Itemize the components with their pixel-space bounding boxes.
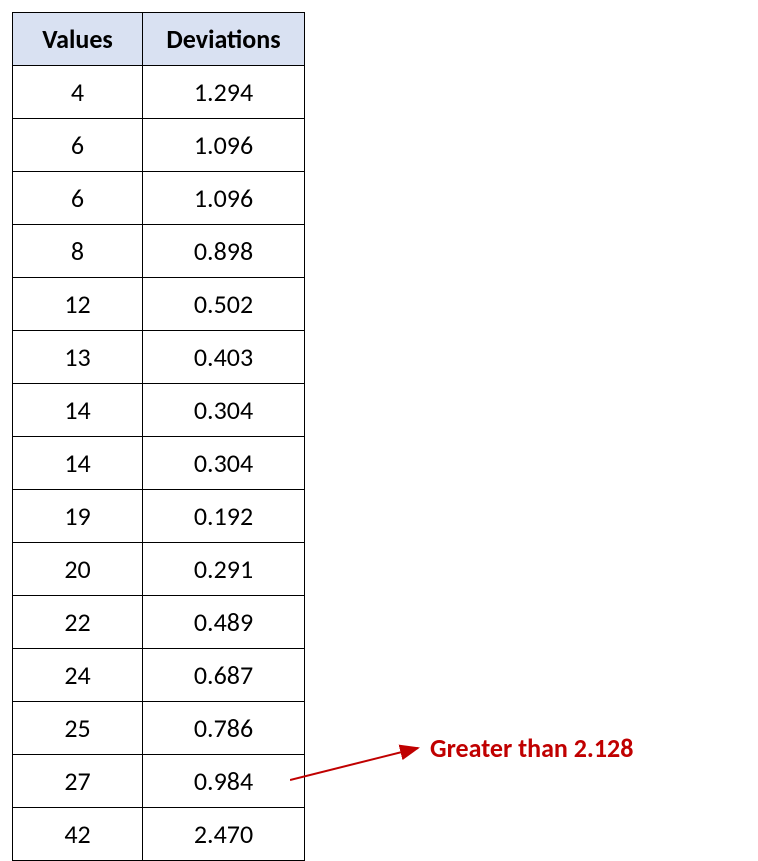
cell-deviation: 1.096 xyxy=(143,172,305,225)
cell-deviation: 0.984 xyxy=(143,755,305,808)
header-row: Values Deviations xyxy=(13,13,305,66)
arrow-icon xyxy=(290,730,440,790)
cell-value: 19 xyxy=(13,490,143,543)
cell-value: 27 xyxy=(13,755,143,808)
table-row: 25 0.786 xyxy=(13,702,305,755)
cell-value: 24 xyxy=(13,649,143,702)
cell-deviation: 0.489 xyxy=(143,596,305,649)
cell-value: 42 xyxy=(13,808,143,861)
cell-value: 6 xyxy=(13,172,143,225)
cell-value: 14 xyxy=(13,384,143,437)
cell-value: 8 xyxy=(13,225,143,278)
table-row: 19 0.192 xyxy=(13,490,305,543)
header-deviations: Deviations xyxy=(143,13,305,66)
cell-deviation: 0.898 xyxy=(143,225,305,278)
cell-deviation: 0.304 xyxy=(143,437,305,490)
cell-deviation: 0.192 xyxy=(143,490,305,543)
table-row: 14 0.304 xyxy=(13,437,305,490)
table-row: 13 0.403 xyxy=(13,331,305,384)
cell-value: 20 xyxy=(13,543,143,596)
table-row: 14 0.304 xyxy=(13,384,305,437)
table-row: 8 0.898 xyxy=(13,225,305,278)
cell-deviation: 0.291 xyxy=(143,543,305,596)
table-row: 6 1.096 xyxy=(13,172,305,225)
cell-value: 12 xyxy=(13,278,143,331)
table-row: 24 0.687 xyxy=(13,649,305,702)
table-row: 12 0.502 xyxy=(13,278,305,331)
cell-deviation: 0.502 xyxy=(143,278,305,331)
annotation-text: Greater than 2.128 xyxy=(430,732,633,764)
cell-value: 6 xyxy=(13,119,143,172)
table-row: 20 0.291 xyxy=(13,543,305,596)
cell-value: 25 xyxy=(13,702,143,755)
cell-value: 13 xyxy=(13,331,143,384)
cell-deviation: 0.786 xyxy=(143,702,305,755)
cell-deviation: 2.470 xyxy=(143,808,305,861)
cell-value: 14 xyxy=(13,437,143,490)
table-row: 22 0.489 xyxy=(13,596,305,649)
table-row: 6 1.096 xyxy=(13,119,305,172)
cell-deviation: 0.687 xyxy=(143,649,305,702)
header-values: Values xyxy=(13,13,143,66)
cell-deviation: 1.294 xyxy=(143,66,305,119)
cell-value: 22 xyxy=(13,596,143,649)
cell-deviation: 1.096 xyxy=(143,119,305,172)
table-row: 27 0.984 xyxy=(13,755,305,808)
cell-value: 4 xyxy=(13,66,143,119)
table-row: 4 1.294 xyxy=(13,66,305,119)
cell-deviation: 0.403 xyxy=(143,331,305,384)
data-table: Values Deviations 4 1.294 6 1.096 6 1.09… xyxy=(12,12,305,861)
cell-deviation: 0.304 xyxy=(143,384,305,437)
table-row: 42 2.470 xyxy=(13,808,305,861)
